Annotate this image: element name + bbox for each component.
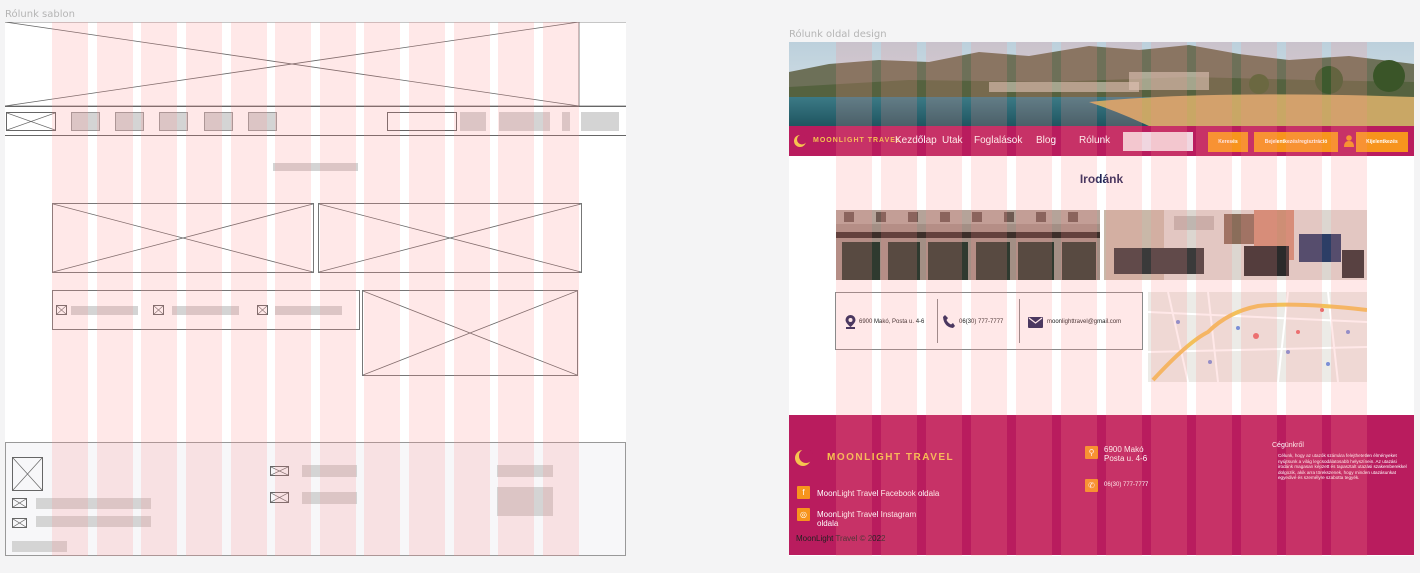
hero-image bbox=[789, 42, 1414, 126]
footer-phone: 06(30) 777-7777 bbox=[1104, 482, 1149, 488]
email-icon bbox=[1028, 317, 1043, 328]
location-pin-icon bbox=[845, 315, 856, 329]
navbar: MOONLIGHT TRAVEL Kezdőlap Utak Foglaláso… bbox=[789, 126, 1414, 156]
footer-logo-placeholder bbox=[12, 457, 43, 491]
text-placeholder bbox=[275, 306, 342, 315]
login-register-button[interactable]: Bejelentkezés/regisztráció bbox=[1254, 132, 1338, 152]
facebook-link[interactable]: MoonLight Travel Facebook oldala bbox=[817, 489, 939, 498]
instagram-icon[interactable]: ◎ bbox=[797, 508, 810, 521]
icon-placeholder bbox=[56, 305, 67, 315]
divider bbox=[937, 299, 938, 343]
text-placeholder bbox=[172, 306, 239, 315]
image-placeholder bbox=[52, 203, 314, 273]
about-text: Célunk, hogy az utazók számára felejthet… bbox=[1278, 453, 1407, 481]
search-input[interactable] bbox=[1123, 132, 1193, 151]
moon-logo-icon bbox=[795, 449, 813, 466]
nav-link-placeholder bbox=[204, 112, 233, 131]
icon-placeholder bbox=[270, 466, 289, 476]
search-button[interactable]: Keresés bbox=[1208, 132, 1248, 152]
about-title: Cégünkről bbox=[1272, 442, 1304, 449]
icon-placeholder bbox=[562, 112, 570, 131]
nav-link-placeholder bbox=[159, 112, 188, 131]
instagram-link-line2[interactable]: oldala bbox=[817, 519, 838, 528]
phone-icon bbox=[943, 315, 955, 328]
nav-link-trips[interactable]: Utak bbox=[942, 135, 963, 146]
logout-button[interactable]: Kijelentkezés bbox=[1356, 132, 1408, 152]
location-map[interactable] bbox=[1148, 292, 1367, 382]
nav-link-bookings[interactable]: Foglalások bbox=[974, 135, 1022, 146]
instagram-link[interactable]: MoonLight Travel Instagram bbox=[817, 510, 916, 519]
phone-icon: ✆ bbox=[1085, 479, 1098, 492]
contact-info-box: 6900 Makó, Posta u. 4-6 06(30) 777-7777 … bbox=[835, 292, 1143, 350]
nav-link-blog[interactable]: Blog bbox=[1036, 135, 1056, 146]
icon-placeholder bbox=[153, 305, 164, 315]
text-placeholder bbox=[36, 516, 151, 527]
facebook-icon[interactable]: f bbox=[797, 486, 810, 499]
footer-brand: MOONLIGHT TRAVEL bbox=[827, 452, 955, 463]
button-placeholder bbox=[581, 112, 619, 131]
divider bbox=[1019, 299, 1020, 343]
text-placeholder bbox=[12, 541, 67, 552]
wireframe-frame bbox=[5, 22, 626, 556]
footer-address-line2: Posta u. 4-6 bbox=[1104, 454, 1148, 463]
icon-placeholder bbox=[12, 498, 27, 508]
text-placeholder bbox=[71, 306, 138, 315]
image-placeholder bbox=[318, 203, 582, 273]
search-placeholder bbox=[387, 112, 457, 131]
design-frame: MOONLIGHT TRAVEL Kezdőlap Utak Foglaláso… bbox=[789, 42, 1414, 556]
map-placeholder bbox=[362, 290, 578, 376]
nav-link-placeholder bbox=[115, 112, 144, 131]
contact-phone: 06(30) 777-7777 bbox=[959, 319, 1004, 325]
nav-link-home[interactable]: Kezdőlap bbox=[895, 135, 937, 146]
design-frame-label: Rólunk oldal design bbox=[789, 29, 887, 40]
footer-address-line1: 6900 Makó bbox=[1104, 445, 1144, 454]
contact-email: moonlighttravel@gmail.com bbox=[1047, 319, 1122, 325]
brand-name[interactable]: MOONLIGHT TRAVEL bbox=[813, 137, 901, 144]
office-exterior-photo bbox=[836, 210, 1100, 280]
text-placeholder bbox=[36, 498, 151, 509]
nav-link-about[interactable]: Rólunk bbox=[1079, 135, 1110, 146]
page-title: Irodánk bbox=[1079, 172, 1124, 186]
logo-placeholder bbox=[6, 112, 56, 131]
button-placeholder bbox=[499, 112, 550, 131]
text-placeholder bbox=[497, 487, 553, 516]
contact-address: 6900 Makó, Posta u. 4-6 bbox=[859, 319, 925, 325]
office-interior-photo bbox=[1104, 210, 1367, 280]
nav-link-placeholder bbox=[248, 112, 277, 131]
text-placeholder bbox=[302, 492, 357, 504]
user-icon[interactable] bbox=[1344, 135, 1354, 147]
copyright: MoonLight Travel © 2022 bbox=[796, 534, 886, 543]
hero-placeholder bbox=[5, 22, 626, 106]
button-placeholder bbox=[460, 112, 486, 131]
icon-placeholder bbox=[270, 492, 289, 503]
nav-link-placeholder bbox=[71, 112, 100, 131]
title-placeholder bbox=[273, 163, 358, 171]
icon-placeholder bbox=[257, 305, 268, 315]
wireframe-frame-label: Rólunk sablon bbox=[5, 9, 75, 20]
text-placeholder bbox=[302, 465, 357, 477]
text-placeholder bbox=[497, 465, 553, 477]
footer: MOONLIGHT TRAVEL f MoonLight Travel Face… bbox=[789, 415, 1414, 555]
moon-logo-icon[interactable] bbox=[793, 134, 807, 148]
icon-placeholder bbox=[12, 518, 27, 528]
location-pin-icon: ⚲ bbox=[1085, 446, 1098, 459]
